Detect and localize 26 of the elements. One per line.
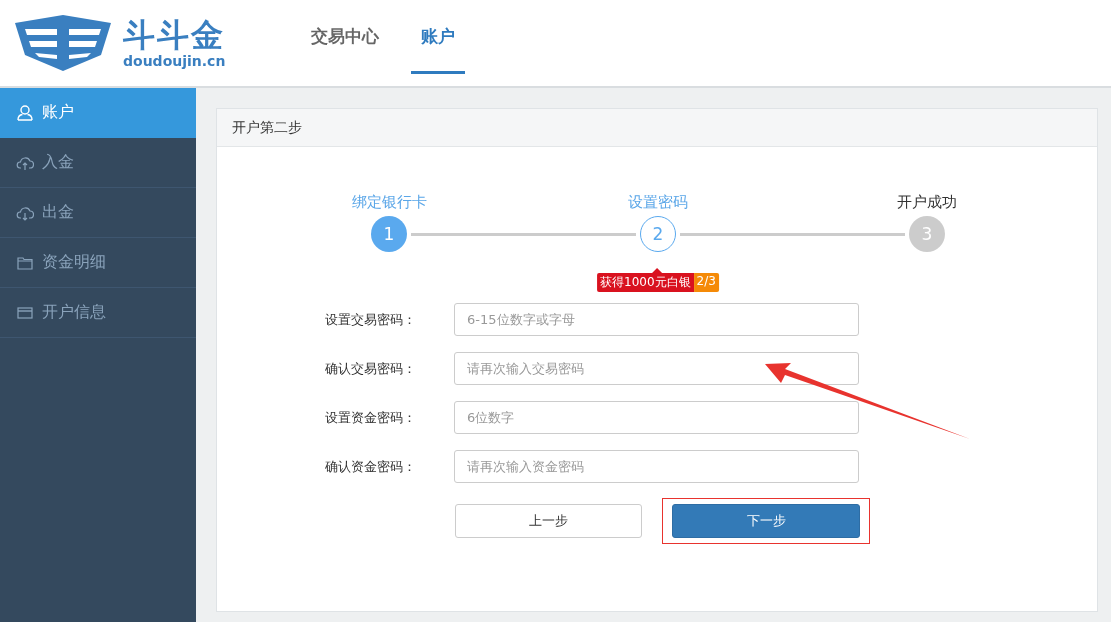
sidebar-item[interactable]: 入金 [0, 138, 196, 188]
field-label: 设置资金密码： [325, 408, 417, 427]
sidebar-item[interactable]: 出金 [0, 188, 196, 238]
step-circle: 1 [371, 216, 407, 252]
sidebar-item[interactable]: 开户信息 [0, 288, 196, 338]
sidebar-item[interactable]: 资金明细 [0, 238, 196, 288]
panel-title: 开户第二步 [232, 118, 302, 137]
next-button[interactable]: 下一步 [672, 504, 860, 538]
sidebar-item[interactable]: 账户 [0, 88, 196, 138]
step-label: 绑定银行卡 [351, 193, 427, 212]
password-field[interactable]: 6位数字 [454, 401, 859, 434]
step-label: 开户成功 [897, 193, 957, 212]
nav-tab[interactable]: 交易中心 [301, 2, 390, 74]
password-field[interactable]: 6-15位数字或字母 [454, 303, 859, 336]
user-icon [16, 103, 34, 122]
logo-domain: doudoujin.cn [123, 53, 226, 69]
step-label: 设置密码 [628, 193, 688, 212]
previous-button[interactable]: 上一步 [455, 504, 642, 538]
password-field[interactable]: 请再次输入资金密码 [454, 450, 859, 483]
field-label: 确认资金密码： [325, 457, 417, 476]
logo-name: 斗斗金 [123, 17, 225, 53]
nav-tab[interactable]: 账户 [411, 2, 466, 74]
step-circle: 2 [640, 216, 676, 252]
field-label: 设置交易密码： [325, 310, 417, 329]
field-label: 确认交易密码： [325, 359, 417, 378]
password-field[interactable]: 请再次输入交易密码 [454, 352, 859, 385]
